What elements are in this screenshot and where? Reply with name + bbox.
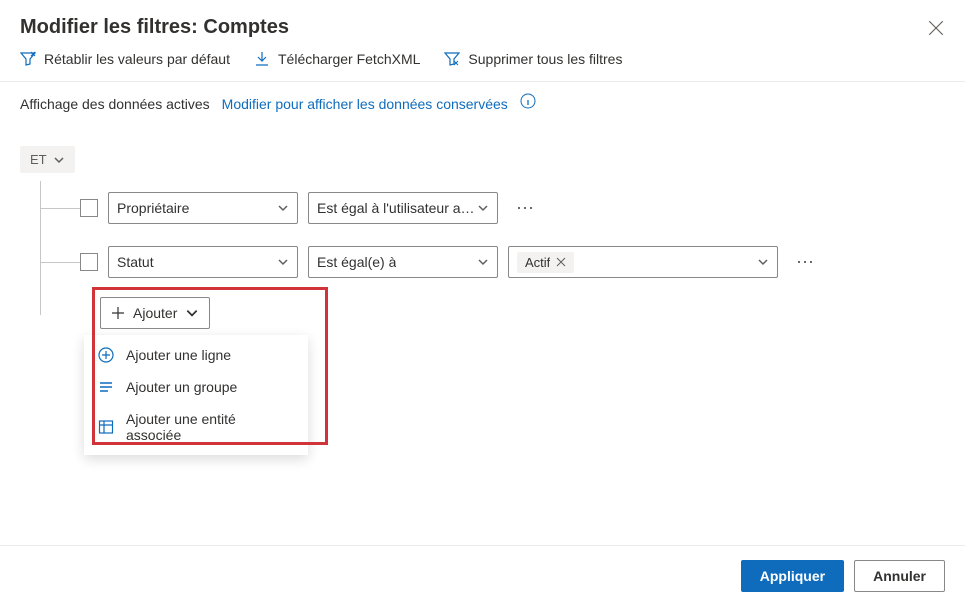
chevron-down-icon [277, 202, 289, 214]
tag-remove-icon[interactable] [556, 257, 566, 267]
chevron-down-icon [277, 256, 289, 268]
group-operator-dropdown[interactable]: ET [20, 146, 75, 173]
add-related-entity-menuitem[interactable]: Ajouter une entité associée [84, 403, 308, 451]
reset-filters-button[interactable]: Rétablir les valeurs par défaut [20, 51, 230, 67]
field-select-value: Statut [117, 254, 154, 270]
condition-row: Propriétaire Est égal à l'utilisateur ac… [32, 181, 945, 235]
add-group-menuitem[interactable]: Ajouter un groupe [84, 371, 308, 403]
field-select[interactable]: Statut [108, 246, 298, 278]
row-checkbox[interactable] [80, 253, 98, 271]
field-select-value: Propriétaire [117, 200, 189, 216]
download-fetchxml-label: Télécharger FetchXML [278, 51, 420, 67]
page-title: Modifier les filtres: Comptes [20, 16, 289, 39]
apply-button[interactable]: Appliquer [741, 560, 844, 592]
clear-filters-button[interactable]: Supprimer tous les filtres [444, 51, 622, 67]
circle-plus-icon [98, 347, 114, 363]
add-row-menuitem[interactable]: Ajouter une ligne [84, 339, 308, 371]
plus-icon [111, 306, 125, 320]
add-button[interactable]: Ajouter [100, 297, 210, 329]
value-tag-label: Actif [525, 255, 550, 270]
row-checkbox[interactable] [80, 199, 98, 217]
table-icon [98, 419, 114, 435]
download-icon [254, 51, 270, 67]
add-related-label: Ajouter une entité associée [126, 411, 294, 443]
add-menu: Ajouter une ligne Ajouter un groupe Ajou… [84, 335, 308, 455]
funnel-reset-icon [20, 51, 36, 67]
condition-row: Statut Est égal(e) à Actif ⋯ [32, 235, 945, 289]
reset-filters-label: Rétablir les valeurs par défaut [44, 51, 230, 67]
add-group-label: Ajouter un groupe [126, 379, 237, 395]
clear-filters-label: Supprimer tous les filtres [468, 51, 622, 67]
value-select[interactable]: Actif [508, 246, 778, 278]
cancel-button[interactable]: Annuler [854, 560, 945, 592]
operator-select-value: Est égal à l'utilisateur ac… [317, 200, 477, 216]
list-icon [98, 379, 114, 395]
row-more-button[interactable]: ⋯ [792, 253, 819, 271]
funnel-clear-icon [444, 51, 460, 67]
chevron-down-icon [477, 202, 489, 214]
close-icon[interactable] [927, 19, 945, 37]
info-icon[interactable] [520, 93, 536, 109]
field-select[interactable]: Propriétaire [108, 192, 298, 224]
operator-select[interactable]: Est égal à l'utilisateur ac… [308, 192, 498, 224]
operator-select-value: Est égal(e) à [317, 254, 396, 270]
retention-toggle-link[interactable]: Modifier pour afficher les données conse… [222, 96, 508, 112]
operator-select[interactable]: Est égal(e) à [308, 246, 498, 278]
chevron-down-icon [53, 154, 65, 166]
group-operator-label: ET [30, 152, 47, 167]
chevron-down-icon [757, 256, 769, 268]
chevron-down-icon [185, 306, 199, 320]
add-button-label: Ajouter [133, 305, 177, 321]
retention-status-label: Affichage des données actives [20, 96, 210, 112]
row-more-button[interactable]: ⋯ [512, 199, 539, 217]
chevron-down-icon [477, 256, 489, 268]
value-tag: Actif [517, 252, 574, 273]
download-fetchxml-button[interactable]: Télécharger FetchXML [254, 51, 420, 67]
add-row-label: Ajouter une ligne [126, 347, 231, 363]
